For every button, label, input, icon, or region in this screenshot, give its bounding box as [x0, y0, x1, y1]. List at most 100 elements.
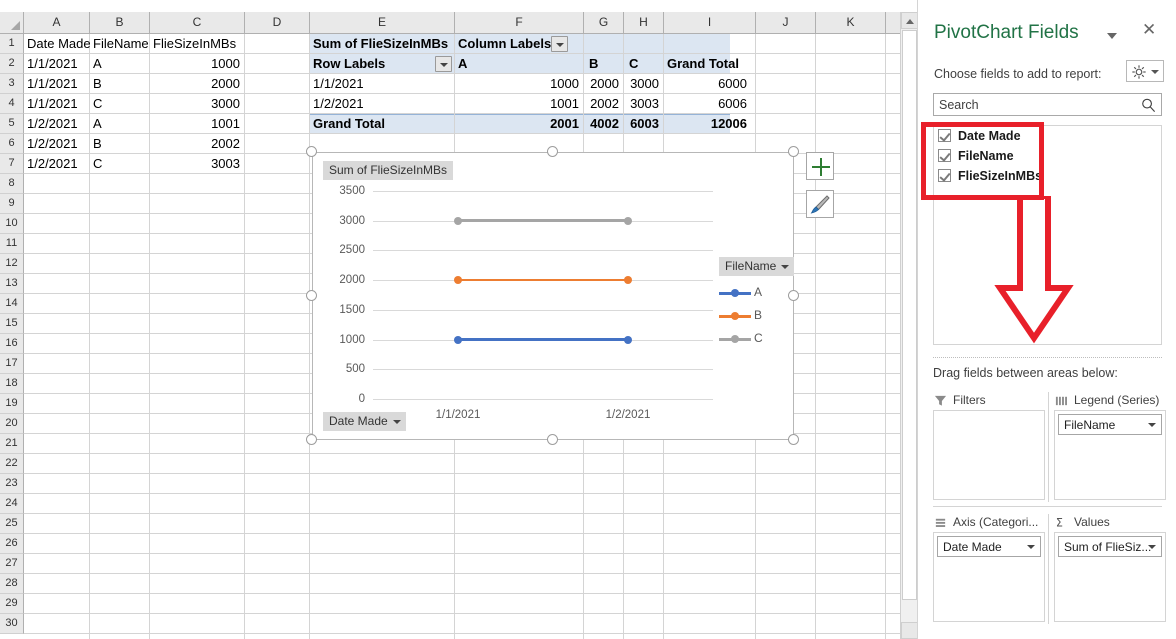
row-header-30[interactable]: 30	[0, 614, 24, 634]
column-header-c[interactable]: C	[150, 12, 245, 34]
source-cell-date[interactable]: 1/1/2021	[24, 54, 90, 74]
row-header-6[interactable]: 6	[0, 134, 24, 154]
source-cell-filename[interactable]: B	[90, 134, 150, 154]
source-cell-date[interactable]: 1/2/2021	[24, 114, 90, 134]
pivot-value-a[interactable]: 1001	[455, 94, 584, 114]
pivot-col-header-b[interactable]: B	[586, 54, 622, 74]
row-header-28[interactable]: 28	[0, 574, 24, 594]
vertical-scrollbar[interactable]	[900, 12, 917, 639]
column-header-a[interactable]: A	[24, 12, 90, 34]
source-header-cell[interactable]: FlieSizeInMBs	[150, 34, 245, 54]
field-pill[interactable]: Sum of FlieSiz...	[1058, 536, 1162, 557]
row-header-21[interactable]: 21	[0, 434, 24, 454]
pivot-chart[interactable]: Sum of FlieSizeInMBs 3500 3000 2500 2000 150…	[312, 152, 795, 440]
scroll-thumb[interactable]	[902, 30, 917, 600]
source-cell-size[interactable]: 1001	[150, 114, 245, 134]
scroll-down-button[interactable]	[901, 622, 917, 639]
resize-handle-w[interactable]	[306, 290, 317, 301]
pivot-row-labels-header[interactable]: Row Labels	[310, 54, 430, 74]
source-cell-size[interactable]: 3000	[150, 94, 245, 114]
row-header-27[interactable]: 27	[0, 554, 24, 574]
row-header-13[interactable]: 13	[0, 274, 24, 294]
pivot-grand-total-b[interactable]: 4002	[584, 114, 624, 134]
field-pill[interactable]: Date Made	[937, 536, 1041, 557]
source-cell-filename[interactable]: C	[90, 154, 150, 174]
pivot-value-field-label[interactable]: Sum of FlieSizeInMBs	[310, 34, 460, 54]
row-header-8[interactable]: 8	[0, 174, 24, 194]
search-input[interactable]: Search	[933, 93, 1162, 116]
resize-handle-n[interactable]	[547, 146, 558, 157]
row-header-16[interactable]: 16	[0, 334, 24, 354]
pivot-value-b[interactable]: 2000	[584, 74, 624, 94]
row-header-4[interactable]: 4	[0, 94, 24, 114]
field-pill[interactable]: FileName	[1058, 414, 1162, 435]
column-header-k[interactable]: K	[816, 12, 886, 34]
source-cell-filename[interactable]: C	[90, 94, 150, 114]
source-cell-size[interactable]: 3003	[150, 154, 245, 174]
column-header-i[interactable]: I	[664, 12, 756, 34]
source-cell-date[interactable]: 1/2/2021	[24, 154, 90, 174]
row-header-10[interactable]: 10	[0, 214, 24, 234]
drop-area-legend[interactable]: Legend (Series) FileName	[1054, 390, 1166, 500]
resize-handle-nw[interactable]	[306, 146, 317, 157]
drop-area-body[interactable]: FileName	[1054, 410, 1166, 500]
column-header-b[interactable]: B	[90, 12, 150, 34]
resize-handle-s[interactable]	[547, 434, 558, 445]
pivot-grand-total-a[interactable]: 2001	[455, 114, 584, 134]
pivot-column-labels-header[interactable]: Column Labels	[455, 34, 565, 54]
source-cell-filename[interactable]: A	[90, 114, 150, 134]
chart-styles-button[interactable]	[806, 190, 834, 218]
pivot-grand-total-c[interactable]: 6003	[624, 114, 664, 134]
row-header-29[interactable]: 29	[0, 594, 24, 614]
drop-area-axis[interactable]: Axis (Categori... Date Made	[933, 512, 1045, 622]
column-header-h[interactable]: H	[624, 12, 664, 34]
pivot-value-grand-total[interactable]: 6006	[664, 94, 752, 114]
source-cell-date[interactable]: 1/2/2021	[24, 134, 90, 154]
pivot-grand-total-label[interactable]: Grand Total	[310, 114, 455, 134]
pivot-value-c[interactable]: 3003	[624, 94, 664, 114]
select-all-corner[interactable]	[0, 12, 24, 34]
pivot-row-label[interactable]: 1/1/2021	[310, 74, 455, 94]
row-header-5[interactable]: 5	[0, 114, 24, 134]
legend-field-button[interactable]: FileName	[719, 257, 795, 276]
pivot-col-header-c[interactable]: C	[626, 54, 662, 74]
pane-close-icon[interactable]: ✕	[1142, 21, 1156, 38]
pivot-value-b[interactable]: 2002	[584, 94, 624, 114]
source-header-cell[interactable]: FileName	[90, 34, 150, 54]
source-cell-date[interactable]: 1/1/2021	[24, 94, 90, 114]
row-header-14[interactable]: 14	[0, 294, 24, 314]
drop-area-filters[interactable]: Filters	[933, 390, 1045, 500]
drop-area-body[interactable]: Sum of FlieSiz...	[1054, 532, 1166, 622]
source-cell-size[interactable]: 1000	[150, 54, 245, 74]
row-header-11[interactable]: 11	[0, 234, 24, 254]
column-header-d[interactable]: D	[245, 12, 310, 34]
row-header-15[interactable]: 15	[0, 314, 24, 334]
row-labels-filter-button[interactable]	[435, 56, 452, 72]
resize-handle-ne[interactable]	[788, 146, 799, 157]
scroll-up-button[interactable]	[901, 12, 917, 29]
column-header-j[interactable]: J	[756, 12, 816, 34]
row-header-20[interactable]: 20	[0, 414, 24, 434]
row-header-12[interactable]: 12	[0, 254, 24, 274]
source-cell-size[interactable]: 2000	[150, 74, 245, 94]
resize-handle-se[interactable]	[788, 434, 799, 445]
drop-area-body[interactable]	[933, 410, 1045, 500]
drop-area-body[interactable]: Date Made	[933, 532, 1045, 622]
row-header-23[interactable]: 23	[0, 474, 24, 494]
row-header-25[interactable]: 25	[0, 514, 24, 534]
column-labels-filter-button[interactable]	[551, 36, 568, 52]
row-header-2[interactable]: 2	[0, 54, 24, 74]
row-header-19[interactable]: 19	[0, 394, 24, 414]
row-header-18[interactable]: 18	[0, 374, 24, 394]
pivot-value-c[interactable]: 3000	[624, 74, 664, 94]
chart-elements-button[interactable]	[806, 152, 834, 180]
field-list-tools-button[interactable]	[1126, 60, 1164, 82]
source-cell-size[interactable]: 2002	[150, 134, 245, 154]
drop-area-values[interactable]: Σ Values Sum of FlieSiz...	[1054, 512, 1166, 622]
pivot-col-header-a[interactable]: A	[455, 54, 584, 74]
resize-handle-e[interactable]	[788, 290, 799, 301]
column-header-f[interactable]: F	[455, 12, 584, 34]
pivot-value-grand-total[interactable]: 6000	[664, 74, 752, 94]
resize-handle-sw[interactable]	[306, 434, 317, 445]
row-header-7[interactable]: 7	[0, 154, 24, 174]
